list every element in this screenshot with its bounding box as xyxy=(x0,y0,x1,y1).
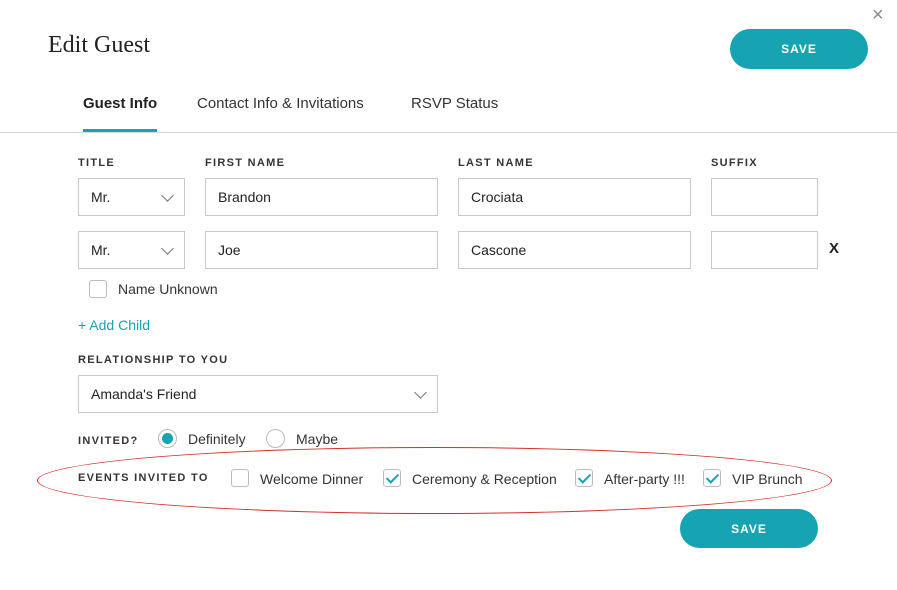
invited-definitely-radio[interactable] xyxy=(158,429,177,448)
save-button-top[interactable]: SAVE xyxy=(730,29,868,69)
guest1-last-name-input[interactable] xyxy=(458,178,691,216)
name-unknown-checkbox[interactable] xyxy=(89,280,107,298)
invited-label: INVITED? xyxy=(78,435,139,447)
page-title: Edit Guest xyxy=(48,32,150,58)
suffix-column-label: SUFFIX xyxy=(711,157,758,169)
guest2-last-name-input[interactable] xyxy=(458,231,691,269)
last-name-column-label: LAST NAME xyxy=(458,157,534,169)
relationship-select[interactable]: Amanda's Friend xyxy=(78,375,438,413)
tab-contact-info[interactable]: Contact Info & Invitations xyxy=(197,95,364,112)
name-unknown-label: Name Unknown xyxy=(118,281,218,297)
tab-guest-info[interactable]: Guest Info xyxy=(83,95,157,112)
chevron-down-icon xyxy=(414,385,427,399)
guest1-title-value: Mr. xyxy=(91,189,111,205)
chevron-down-icon xyxy=(161,241,174,255)
guest2-title-value: Mr. xyxy=(91,242,111,258)
invited-maybe-radio[interactable] xyxy=(266,429,285,448)
close-icon[interactable]: × xyxy=(872,5,884,25)
guest2-title-select[interactable]: Mr. xyxy=(78,231,185,269)
first-name-column-label: FIRST NAME xyxy=(205,157,286,169)
chevron-down-icon xyxy=(161,188,174,202)
guest1-first-name-input[interactable] xyxy=(205,178,438,216)
relationship-value: Amanda's Friend xyxy=(91,386,197,402)
guest1-title-select[interactable]: Mr. xyxy=(78,178,185,216)
annotation-ellipse xyxy=(37,447,832,514)
add-child-link[interactable]: + Add Child xyxy=(78,317,150,333)
invited-maybe-label: Maybe xyxy=(296,431,339,447)
tabs-divider xyxy=(0,132,897,133)
invited-definitely-label: Definitely xyxy=(188,431,246,447)
guest2-first-name-input[interactable] xyxy=(205,231,438,269)
title-column-label: TITLE xyxy=(78,157,116,169)
remove-guest-button[interactable]: X xyxy=(829,240,839,257)
guest1-suffix-input[interactable] xyxy=(711,178,818,216)
tab-rsvp-status[interactable]: RSVP Status xyxy=(411,95,498,112)
relationship-label: RELATIONSHIP TO YOU xyxy=(78,354,229,366)
save-button-bottom[interactable]: SAVE xyxy=(680,509,818,548)
guest2-suffix-input[interactable] xyxy=(711,231,818,269)
